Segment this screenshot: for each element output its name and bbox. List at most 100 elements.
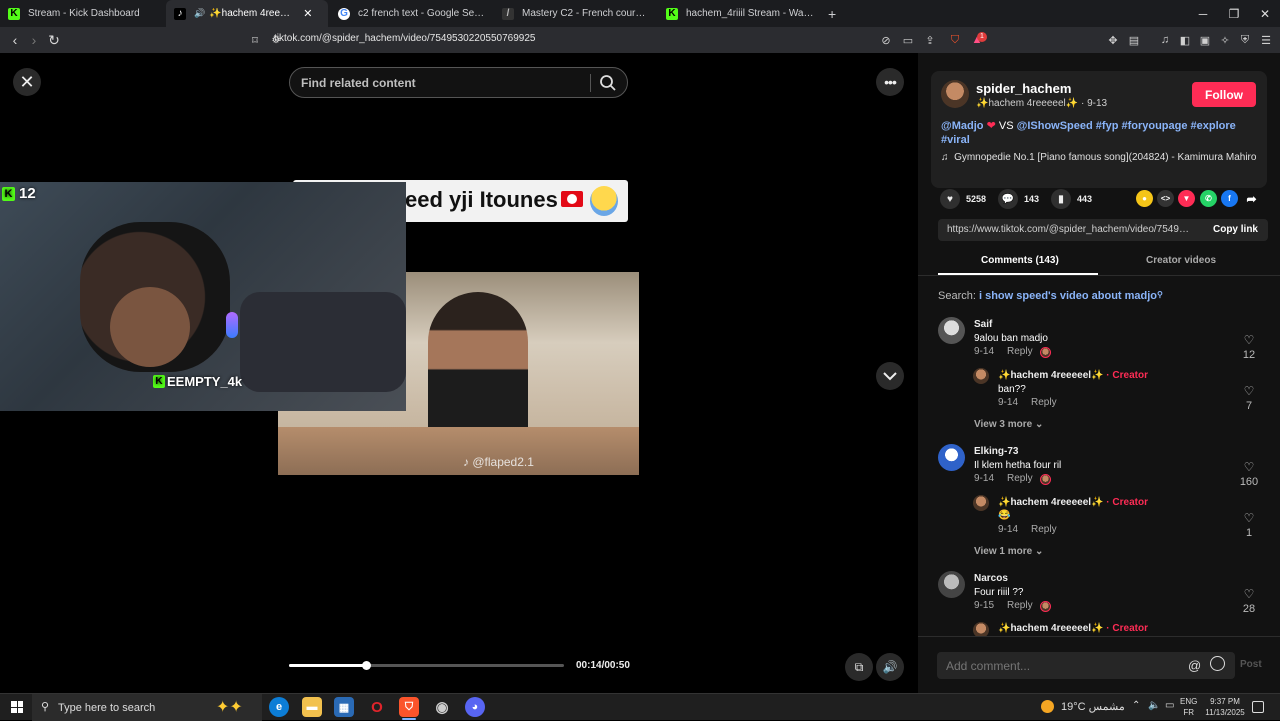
more-options-button[interactable]: ••• bbox=[876, 68, 904, 96]
volume-button[interactable]: 🔊 bbox=[876, 653, 904, 681]
chevron-up-icon[interactable]: ⌃ bbox=[1132, 700, 1140, 711]
next-video-button[interactable] bbox=[876, 362, 904, 390]
file-explorer-icon[interactable]: ▬ bbox=[302, 697, 322, 717]
video-progress-bar[interactable] bbox=[289, 661, 564, 670]
mention-icon[interactable]: @ bbox=[1188, 658, 1201, 673]
progress-handle[interactable] bbox=[362, 661, 371, 670]
discord-icon[interactable]: ◕ bbox=[465, 697, 485, 717]
video-link-field[interactable]: https://www.tiktok.com/@spider_hachem/vi… bbox=[938, 219, 1268, 241]
close-video-button[interactable]: ✕ bbox=[13, 68, 41, 96]
send-to-friends-icon[interactable]: ▼ bbox=[1178, 190, 1195, 207]
save-count[interactable]: ▮ 443 bbox=[1051, 189, 1092, 209]
repost-icon[interactable]: ● bbox=[1136, 190, 1153, 207]
bookmark-icon[interactable]: ⌑ bbox=[245, 30, 265, 50]
like-count[interactable]: ♥ 5258 bbox=[940, 189, 986, 209]
avatar[interactable] bbox=[973, 495, 989, 511]
share-arrow-icon[interactable]: ➦ bbox=[1243, 190, 1260, 207]
cast-icon[interactable]: ▭ bbox=[900, 32, 916, 48]
rewards-badge: 1 bbox=[977, 32, 987, 42]
facebook-icon[interactable]: f bbox=[1221, 190, 1238, 207]
search-suggestion[interactable]: Search: i show speed's video about madjo… bbox=[938, 290, 1163, 302]
comment-author[interactable]: Elking-73 bbox=[974, 446, 1018, 457]
tab-tiktok[interactable]: ♪ 🔊 ✨hachem 4reeeeel✨ (@spider_hachem) ✕ bbox=[166, 0, 328, 27]
comment-like-button[interactable]: ♡ 7 bbox=[1238, 385, 1260, 412]
tab-kick-dashboard[interactable]: K Stream - Kick Dashboard bbox=[0, 0, 166, 27]
comment-author[interactable]: Saif bbox=[974, 319, 992, 330]
windows-start-icon[interactable] bbox=[11, 701, 23, 713]
comment-author[interactable]: ✨hachem 4reeeeel✨ · Creator bbox=[998, 370, 1148, 381]
weather-widget[interactable]: 19°C مشمس bbox=[1041, 700, 1125, 713]
brave-icon[interactable]: ⛉ bbox=[399, 697, 419, 720]
comment-author[interactable]: Narcos bbox=[974, 573, 1008, 584]
opera-icon[interactable]: O bbox=[367, 697, 387, 717]
tab-comments[interactable]: Comments (143) bbox=[981, 255, 1059, 266]
audio-playing-icon[interactable]: 🔊 bbox=[194, 8, 205, 19]
new-tab-button[interactable]: + bbox=[824, 0, 844, 27]
avatar[interactable] bbox=[938, 571, 965, 598]
comment-author[interactable]: ✨hachem 4reeeeel✨ · Creator bbox=[998, 623, 1148, 634]
comment-text: 😂 bbox=[998, 510, 1011, 521]
restore-icon[interactable]: ❐ bbox=[1218, 0, 1250, 27]
clock[interactable]: 9:37 PM 11/13/2025 bbox=[1203, 696, 1247, 718]
avatar[interactable] bbox=[938, 444, 965, 471]
comment-like-button[interactable]: ♡ 28 bbox=[1238, 588, 1260, 615]
media-icon[interactable]: ♫ bbox=[1157, 32, 1173, 48]
avatar[interactable] bbox=[938, 317, 965, 344]
window-close-icon[interactable]: ✕ bbox=[1249, 0, 1280, 27]
close-tab-icon[interactable]: ✕ bbox=[303, 7, 312, 20]
reply-button[interactable]: Reply bbox=[1007, 473, 1033, 484]
comment-like-button[interactable]: ♡ 160 bbox=[1238, 461, 1260, 488]
related-search-input[interactable]: Find related content bbox=[289, 67, 628, 98]
view-more-replies[interactable]: View 1 more ⌄ bbox=[974, 546, 1043, 557]
reader-icon[interactable]: ▤ bbox=[1126, 32, 1142, 48]
avatar[interactable] bbox=[941, 80, 969, 108]
embed-icon[interactable]: <> bbox=[1157, 190, 1174, 207]
brave-shields-icon[interactable]: ⛉ bbox=[947, 32, 963, 48]
copy-link-button[interactable]: Copy link bbox=[1213, 224, 1258, 235]
minimize-icon[interactable]: ─ bbox=[1187, 0, 1219, 27]
wallet-icon[interactable]: ▣ bbox=[1197, 32, 1213, 48]
forward-icon[interactable]: › bbox=[24, 30, 44, 50]
back-icon[interactable]: ‹ bbox=[5, 30, 25, 50]
menu-icon[interactable]: ☰ bbox=[1258, 32, 1274, 48]
floating-player-button[interactable]: ⧉ bbox=[845, 653, 873, 681]
obs-icon[interactable]: ◉ bbox=[432, 697, 452, 717]
reply-button[interactable]: Reply bbox=[1007, 346, 1033, 357]
store-icon[interactable]: ▦ bbox=[334, 697, 354, 717]
tab-mastery-course[interactable]: / Mastery C2 - French course - The Class bbox=[494, 0, 658, 27]
network-icon[interactable]: ▭ bbox=[1165, 700, 1174, 711]
share-icon[interactable]: ⇪ bbox=[922, 32, 938, 48]
comment-count[interactable]: 💬 143 bbox=[998, 189, 1039, 209]
tab-creator-videos[interactable]: Creator videos bbox=[1146, 255, 1216, 266]
comment-icon: 💬 bbox=[998, 189, 1018, 209]
search-icon[interactable] bbox=[599, 74, 617, 92]
language-indicator[interactable]: ENG FR bbox=[1180, 696, 1197, 718]
reply-button[interactable]: Reply bbox=[1031, 524, 1057, 535]
comment-like-button[interactable]: ♡ 1 bbox=[1238, 512, 1260, 539]
vpn-icon[interactable]: ⛨ bbox=[1237, 32, 1253, 48]
music-info[interactable]: ♫ Gymnopedie No.1 [Piano famous song](20… bbox=[941, 152, 1256, 163]
comment-like-button[interactable]: ♡ 12 bbox=[1238, 334, 1260, 361]
whatsapp-icon[interactable]: ✆ bbox=[1200, 190, 1217, 207]
tab-kick-stream[interactable]: K hachem_4riiil Stream - Watch Live on K… bbox=[658, 0, 822, 27]
reply-button[interactable]: Reply bbox=[1007, 600, 1033, 611]
reload-icon[interactable]: ↻ bbox=[44, 30, 64, 50]
tab-google-search[interactable]: G c2 french text - Google Search bbox=[330, 0, 494, 27]
leo-ai-icon[interactable]: ✧ bbox=[1217, 32, 1233, 48]
author-username[interactable]: spider_hachem bbox=[976, 81, 1071, 96]
edge-icon[interactable]: e bbox=[269, 697, 289, 717]
post-button[interactable]: Post bbox=[1240, 659, 1262, 670]
address-bar[interactable]: tiktok.com/@spider_hachem/video/75495302… bbox=[274, 33, 535, 44]
follow-button[interactable]: Follow bbox=[1192, 82, 1256, 107]
comment-author[interactable]: ✨hachem 4reeeeel✨ · Creator bbox=[998, 497, 1148, 508]
reply-button[interactable]: Reply bbox=[1031, 397, 1057, 408]
volume-icon[interactable]: 🔈 bbox=[1148, 700, 1160, 711]
emoji-icon[interactable] bbox=[1210, 656, 1225, 671]
no-tracking-icon[interactable]: ⊘ bbox=[878, 32, 894, 48]
view-more-replies[interactable]: View 3 more ⌄ bbox=[974, 419, 1043, 430]
extensions-icon[interactable]: ✥ bbox=[1105, 32, 1121, 48]
avatar[interactable] bbox=[973, 368, 989, 384]
taskbar-search[interactable]: ⚲ Type here to search ✦✦ bbox=[32, 694, 262, 721]
notification-icon[interactable] bbox=[1252, 701, 1264, 713]
sidebar-icon[interactable]: ◧ bbox=[1177, 32, 1193, 48]
